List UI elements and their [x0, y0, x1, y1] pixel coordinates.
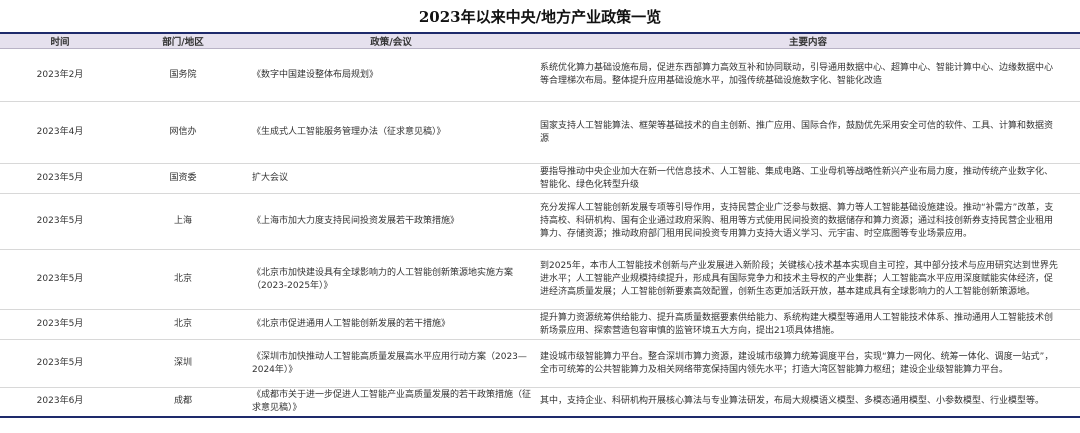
- table-row: 2023年5月 深圳 《深圳市加快推动人工智能高质量发展高水平应用行动方案（20…: [0, 340, 1080, 388]
- cell-content: 国家支持人工智能算法、框架等基础技术的自主创新、推广应用、国际合作，鼓励优先采用…: [540, 120, 1054, 144]
- policy-page: 2023年以来中央/地方产业政策一览 时间 部门/地区 政策/会议 主要内容 2…: [0, 0, 1080, 433]
- policy-table: 时间 部门/地区 政策/会议 主要内容 2023年2月 国务院 《数字中国建设整…: [0, 34, 1080, 418]
- table-header: 时间 部门/地区 政策/会议 主要内容: [0, 34, 1080, 49]
- cell-content: 建设城市级智能算力平台。整合深圳市算力资源，建设城市级算力统筹调度平台，实现“算…: [540, 351, 1054, 375]
- cell-time: 2023年5月: [36, 274, 84, 284]
- cell-policy: 《北京市促进通用人工智能创新发展的若干措施》: [252, 319, 451, 329]
- cell-time: 2023年4月: [36, 127, 84, 137]
- cell-dept: 北京: [173, 319, 192, 329]
- header-content: 主要内容: [536, 34, 1080, 49]
- cell-content: 到2025年，本市人工智能技术创新与产业发展进入新阶段；关键核心技术基本实现自主…: [540, 261, 1058, 297]
- cell-policy: 扩大会议: [252, 173, 289, 183]
- cell-dept: 深圳: [173, 358, 192, 368]
- table-row: 2023年6月 成都 《成都市关于进一步促进人工智能产业高质量发展的若干政策措施…: [0, 388, 1080, 417]
- cell-policy: 《北京市加快建设具有全球影响力的人工智能创新策源地实施方案（2023-2025年…: [252, 267, 514, 291]
- table-row: 2023年2月 国务院 《数字中国建设整体布局规划》 系统优化算力基础设施布局，…: [0, 49, 1080, 102]
- cell-content: 其中，支持企业、科研机构开展核心算法与专业算法研发，布局大规模语义模型、多模态通…: [540, 396, 1045, 407]
- cell-time: 2023年5月: [36, 319, 84, 329]
- table-row: 2023年5月 国资委 扩大会议 要指导推动中央企业加大在新一代信息技术、人工智…: [0, 164, 1080, 194]
- cell-time: 2023年6月: [36, 396, 84, 407]
- table-row: 2023年5月 上海 《上海市加大力度支持民间投资发展若干政策措施》 充分发挥人…: [0, 194, 1080, 250]
- cell-time: 2023年5月: [36, 358, 84, 368]
- cell-dept: 上海: [173, 216, 192, 226]
- cell-time: 2023年5月: [36, 173, 84, 183]
- cell-dept: 网信办: [169, 127, 197, 137]
- cell-dept: 北京: [173, 274, 192, 284]
- cell-content: 提升算力资源统筹供给能力、提升高质量数据要素供给能力、系统构建大模型等通用人工智…: [540, 312, 1054, 336]
- header-time: 时间: [0, 34, 120, 49]
- cell-dept: 成都: [173, 396, 192, 407]
- cell-time: 2023年2月: [36, 69, 84, 80]
- cell-policy: 《深圳市加快推动人工智能高质量发展高水平应用行动方案（2023—2024年）》: [252, 351, 527, 375]
- table-row: 2023年5月 北京 《北京市加快建设具有全球影响力的人工智能创新策源地实施方案…: [0, 250, 1080, 310]
- header-policy: 政策/会议: [246, 34, 536, 49]
- cell-policy: 《数字中国建设整体布局规划》: [252, 69, 379, 80]
- cell-content: 充分发挥人工智能创新发展专项等引导作用，支持民营企业广泛参与数据、算力等人工智能…: [540, 203, 1054, 239]
- table-row: 2023年4月 网信办 《生成式人工智能服务管理办法（征求意见稿）》 国家支持人…: [0, 102, 1080, 164]
- cell-dept: 国务院: [169, 69, 197, 80]
- table-row: 2023年5月 北京 《北京市促进通用人工智能创新发展的若干措施》 提升算力资源…: [0, 310, 1080, 340]
- page-title: 2023年以来中央/地方产业政策一览: [0, 0, 1080, 34]
- cell-content: 要指导推动中央企业加大在新一代信息技术、人工智能、集成电路、工业母机等战略性新兴…: [540, 166, 1054, 190]
- cell-policy: 《生成式人工智能服务管理办法（征求意见稿）》: [252, 127, 446, 137]
- cell-dept: 国资委: [169, 173, 197, 183]
- cell-time: 2023年5月: [36, 216, 84, 226]
- cell-policy: 《成都市关于进一步促进人工智能产业高质量发展的若干政策措施（征求意见稿）》: [252, 389, 532, 413]
- header-dept: 部门/地区: [120, 34, 246, 49]
- cell-policy: 《上海市加大力度支持民间投资发展若干政策措施》: [252, 216, 460, 226]
- cell-content: 系统优化算力基础设施布局，促进东西部算力高效互补和协同联动，引导通用数据中心、超…: [540, 63, 1054, 86]
- table-body: 2023年2月 国务院 《数字中国建设整体布局规划》 系统优化算力基础设施布局，…: [0, 49, 1080, 417]
